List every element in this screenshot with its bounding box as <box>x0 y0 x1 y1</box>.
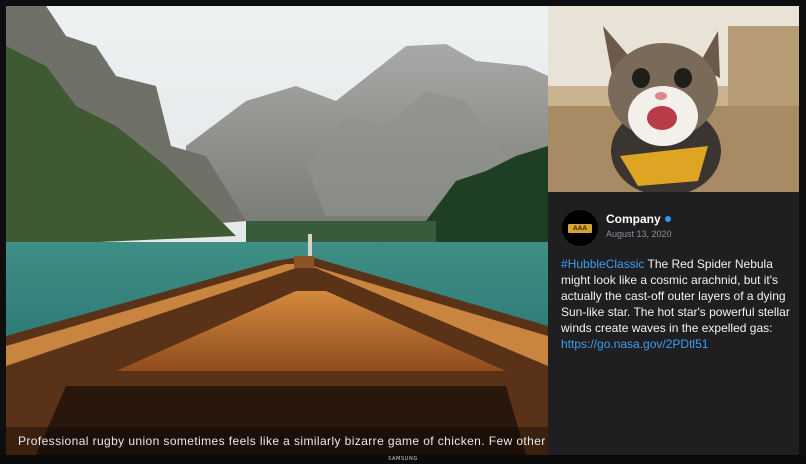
cat-photo <box>548 6 799 192</box>
author-row: Company <box>606 212 671 226</box>
social-post-card: AAA Company August 13, 2020 #HubbleClass… <box>548 192 799 455</box>
tv-frame: Professional rugby union sometimes feels… <box>0 0 806 464</box>
company-logo: AAA <box>568 223 592 233</box>
avatar: AAA <box>562 210 598 246</box>
news-ticker: Professional rugby union sometimes feels… <box>6 427 548 455</box>
post-text: #HubbleClassic The Red Spider Nebula mig… <box>561 256 791 352</box>
post-date: August 13, 2020 <box>606 229 672 239</box>
brand-logo: SAMSUNG <box>388 456 418 462</box>
verified-icon <box>664 216 671 222</box>
post-url-link[interactable]: https://go.nasa.gov/2PDtl51 <box>561 337 708 351</box>
hashtag-link[interactable]: #HubbleClassic <box>561 257 644 271</box>
lake-boat-photo: Professional rugby union sometimes feels… <box>6 6 548 455</box>
author-name: Company <box>606 212 661 226</box>
screen: Professional rugby union sometimes feels… <box>6 6 799 455</box>
